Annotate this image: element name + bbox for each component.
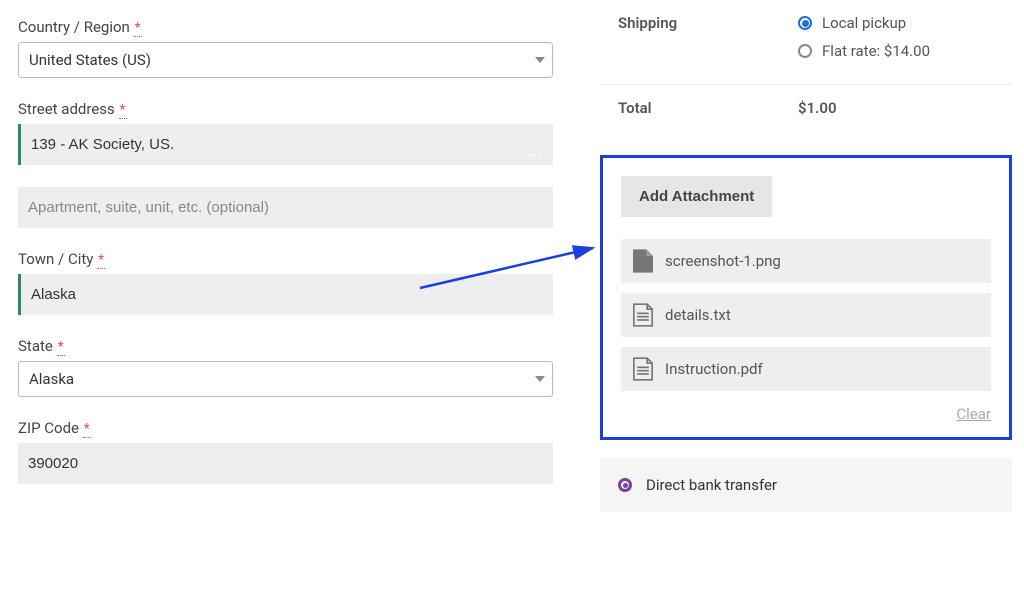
- payment-option-label: Direct bank transfer: [646, 476, 777, 494]
- country-select[interactable]: United States (US): [18, 42, 553, 78]
- street-label: Street address *: [18, 100, 553, 118]
- file-blank-icon: [633, 249, 653, 273]
- state-select[interactable]: Alaska: [18, 361, 553, 397]
- city-label: Town / City *: [18, 250, 553, 268]
- order-summary-column: Shipping Local pickup Flat rate: $14.00 …: [600, 0, 1012, 512]
- state-value: Alaska: [18, 361, 553, 397]
- shipping-option-local-pickup[interactable]: Local pickup: [798, 14, 994, 32]
- attachment-panel: Add Attachment screenshot-1.png details.…: [600, 155, 1012, 440]
- zip-input[interactable]: [18, 443, 553, 484]
- radio-icon: [798, 16, 812, 30]
- total-label: Total: [618, 99, 798, 117]
- zip-label: ZIP Code *: [18, 419, 553, 437]
- chevron-down-icon: [535, 57, 545, 63]
- attachment-item[interactable]: screenshot-1.png: [621, 239, 991, 283]
- payment-option[interactable]: Direct bank transfer: [600, 458, 1012, 512]
- street-line2-input[interactable]: [18, 187, 553, 228]
- total-value: $1.00: [798, 99, 994, 117]
- file-doc-icon: [633, 357, 653, 381]
- country-label: Country / Region *: [18, 18, 553, 36]
- attachment-item[interactable]: details.txt: [621, 293, 991, 337]
- billing-form: Country / Region * United States (US) St…: [18, 18, 553, 506]
- total-row: Total $1.00: [600, 85, 1012, 131]
- clear-attachments-link[interactable]: Clear: [956, 405, 991, 423]
- required-asterisk: *: [83, 421, 91, 438]
- state-label: State *: [18, 337, 553, 355]
- attachment-item[interactable]: Instruction.pdf: [621, 347, 991, 391]
- shipping-option-flat-rate[interactable]: Flat rate: $14.00: [798, 42, 994, 60]
- required-asterisk: *: [119, 102, 127, 119]
- city-input[interactable]: [18, 274, 553, 315]
- radio-icon: [618, 478, 632, 492]
- street-line1-input[interactable]: [18, 124, 553, 165]
- ellipsis-icon: •••: [521, 148, 549, 163]
- radio-icon: [798, 44, 812, 58]
- file-doc-icon: [633, 303, 653, 327]
- add-attachment-button[interactable]: Add Attachment: [621, 176, 772, 217]
- required-asterisk: *: [57, 339, 65, 356]
- required-asterisk: *: [97, 252, 105, 269]
- shipping-options: Local pickup Flat rate: $14.00: [798, 14, 994, 70]
- chevron-down-icon: [535, 376, 545, 382]
- shipping-label: Shipping: [618, 14, 798, 70]
- country-value: United States (US): [18, 42, 553, 78]
- required-asterisk: *: [134, 20, 142, 37]
- shipping-row: Shipping Local pickup Flat rate: $14.00: [600, 0, 1012, 85]
